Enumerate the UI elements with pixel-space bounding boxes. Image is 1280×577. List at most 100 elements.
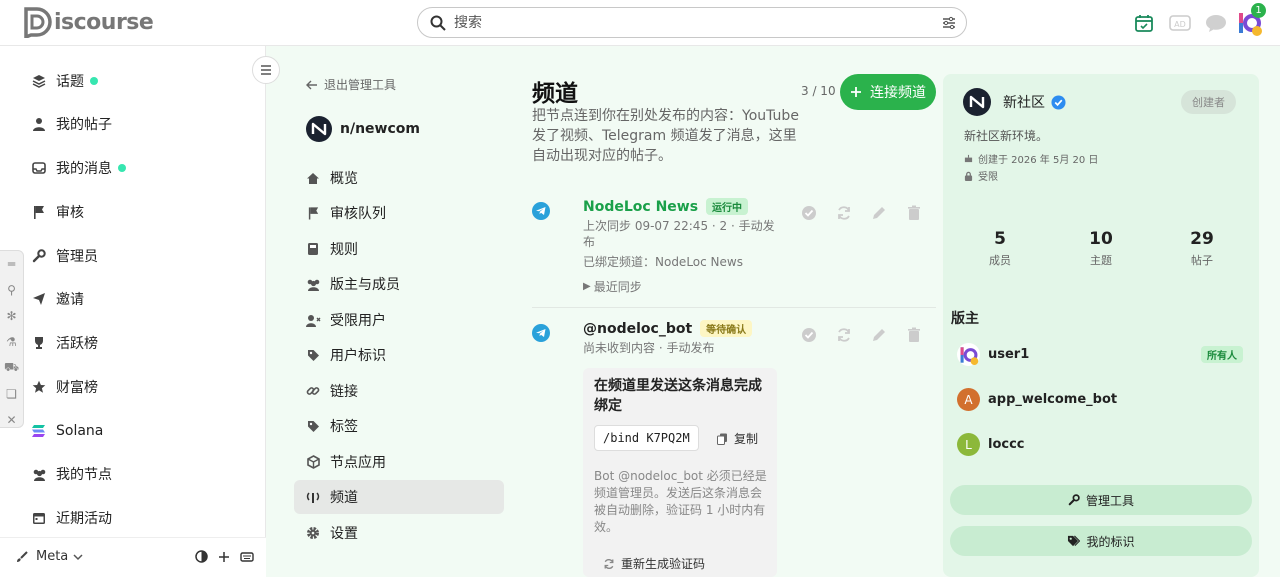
- created-date: 创建于 2026 年 5月 20 日: [964, 151, 1098, 166]
- plug-icon[interactable]: ⚲: [0, 277, 23, 303]
- moderator-name: loccc: [988, 437, 1025, 452]
- exit-admin-link[interactable]: 退出管理工具: [306, 76, 396, 93]
- moderator-item[interactable]: A app_welcome_bot: [957, 388, 1117, 411]
- close-icon[interactable]: ✕: [0, 407, 23, 433]
- sidebar-item-my-messages[interactable]: 我的消息: [30, 154, 126, 182]
- pencil-icon[interactable]: [871, 205, 887, 221]
- flask-icon[interactable]: ⚗: [0, 329, 23, 355]
- check-circle-icon[interactable]: [801, 205, 817, 221]
- tags-icon: [1067, 535, 1081, 547]
- truck-icon[interactable]: ⛟: [0, 355, 23, 381]
- admin-tools-label: 管理工具: [1085, 493, 1134, 508]
- theme-toggle-icon[interactable]: [195, 550, 208, 563]
- user-avatar[interactable]: 1: [1234, 3, 1266, 38]
- sidebar-item-label: 活跃榜: [56, 336, 98, 352]
- sidebar-toggle-button[interactable]: [252, 56, 280, 84]
- sidebar-item-wealth-rank[interactable]: 财富榜: [30, 373, 98, 401]
- sidebar-item-admin[interactable]: 管理员: [30, 242, 98, 270]
- channel-name[interactable]: @nodeloc_bot 等待确认: [583, 320, 753, 337]
- cake-icon: [964, 154, 973, 163]
- channel-count: 3 / 10: [801, 84, 836, 98]
- filter-icon[interactable]: [942, 16, 956, 30]
- nav-item-label: 版主与成员: [330, 277, 400, 293]
- channel-item: NodeLoc News 运行中 上次同步 09-07 22:45 · 2 · …: [532, 198, 936, 296]
- nav-item-label: 审核队列: [330, 206, 386, 222]
- sidebar-item-topics[interactable]: 话题: [30, 67, 98, 95]
- connect-channel-label: 连接频道: [870, 84, 926, 100]
- nav-item-overview[interactable]: 概览: [294, 161, 504, 195]
- nav-item-restricted-users[interactable]: 受限用户: [294, 303, 504, 337]
- cog-group-icon[interactable]: ✻: [0, 303, 23, 329]
- sidebar-item-my-posts[interactable]: 我的帖子: [30, 110, 112, 138]
- trash-icon[interactable]: [906, 205, 922, 221]
- sidebar-item-label: 财富榜: [56, 380, 98, 396]
- moderator-item[interactable]: L loccc: [957, 433, 1025, 456]
- owner-badge: 所有人: [1201, 346, 1243, 363]
- nav-item-settings[interactable]: 设置: [294, 516, 504, 550]
- nav-item-channels[interactable]: 频道: [294, 480, 504, 514]
- check-circle-icon[interactable]: [801, 327, 817, 343]
- nav-item-rules[interactable]: 规则: [294, 232, 504, 266]
- nav-item-label: 链接: [330, 384, 358, 400]
- my-badges-label: 我的标识: [1086, 534, 1135, 549]
- nav-item-label: 概览: [330, 171, 358, 187]
- sidebar-item-review[interactable]: 审核: [30, 198, 84, 226]
- scroll-icon[interactable]: ❏: [0, 381, 23, 407]
- restricted-text: 受限: [978, 172, 998, 183]
- connect-channel-button[interactable]: 连接频道: [840, 74, 936, 110]
- pencil-icon[interactable]: [871, 327, 887, 343]
- recent-sync-toggle[interactable]: ▶ 最近同步: [583, 279, 642, 295]
- nav-item-links[interactable]: 链接: [294, 374, 504, 408]
- stat-value: 29: [1190, 229, 1214, 249]
- my-badges-button[interactable]: 我的标识: [950, 526, 1252, 556]
- regenerate-code-button[interactable]: 重新生成验证码: [603, 555, 705, 572]
- sidebar-footer: Meta: [0, 537, 266, 577]
- status-badge: 运行中: [706, 198, 749, 215]
- nav-item-user-badges[interactable]: 用户标识: [294, 338, 504, 372]
- chevron-down-icon: [73, 553, 83, 560]
- site-logo[interactable]: iscourse: [22, 6, 154, 38]
- ad-icon[interactable]: AD: [1162, 8, 1198, 38]
- nav-item-label: 受限用户: [330, 313, 386, 329]
- nav-item-label: 用户标识: [330, 348, 386, 364]
- channel-name[interactable]: NodeLoc News 运行中: [583, 198, 749, 215]
- nav-item-label: 设置: [330, 526, 358, 542]
- sidebar-item-my-nodes[interactable]: 我的节点: [30, 460, 112, 488]
- stat-label: 成员: [989, 254, 1011, 267]
- sidebar-item-solana[interactable]: Solana: [30, 417, 103, 445]
- moderator-item[interactable]: user1: [957, 343, 1029, 366]
- nav-item-review-queue[interactable]: 审核队列: [294, 196, 504, 230]
- plus-icon[interactable]: [218, 551, 230, 563]
- sidebar: 话题 我的帖子 我的消息 审核 管理员 邀请 活跃榜 财富榜 Solana 我的…: [0, 46, 266, 577]
- brush-icon: [17, 550, 28, 562]
- side-dock: ═ ⚲ ✻ ⚗ ⛟ ❏ ✕: [0, 250, 24, 428]
- bind-code[interactable]: /bind K7PQ2M: [594, 425, 699, 451]
- meta-dropdown[interactable]: Meta: [16, 549, 83, 564]
- trash-icon[interactable]: [906, 327, 922, 343]
- search-bar[interactable]: [417, 7, 967, 38]
- stat-value: 5: [994, 229, 1006, 249]
- sidebar-item-invite[interactable]: 邀请: [30, 285, 84, 313]
- sidebar-item-recent-activity[interactable]: 近期活动: [30, 504, 112, 532]
- sidebar-item-label: 近期活动: [56, 511, 112, 527]
- sidebar-item-activity-rank[interactable]: 活跃榜: [30, 329, 98, 357]
- nav-item-tags[interactable]: 标签: [294, 409, 504, 443]
- sync-icon[interactable]: [836, 327, 852, 343]
- sidebar-item-label: 管理员: [56, 249, 98, 265]
- logo-text: iscourse: [54, 9, 154, 35]
- unread-dot: [90, 77, 98, 85]
- recent-sync-label: 最近同步: [593, 280, 642, 294]
- chat-icon[interactable]: [1198, 8, 1234, 38]
- community-info-panel: 新社区 创建者 新社区新环境。 创建于 2026 年 5月 20 日 受限 5 …: [943, 74, 1259, 577]
- sync-icon[interactable]: [836, 205, 852, 221]
- search-input[interactable]: [454, 12, 934, 34]
- nav-item-node-apps[interactable]: 节点应用: [294, 445, 504, 479]
- drag-handle-icon[interactable]: ═: [0, 251, 23, 277]
- refresh-icon: [604, 558, 614, 569]
- keyboard-icon[interactable]: [240, 551, 254, 563]
- stat-label: 主题: [1090, 254, 1112, 267]
- calendar-check-icon[interactable]: [1126, 8, 1162, 38]
- nav-item-moderators-members[interactable]: 版主与成员: [294, 267, 504, 301]
- admin-tools-button[interactable]: 管理工具: [950, 485, 1252, 515]
- copy-button[interactable]: 复制: [717, 430, 758, 447]
